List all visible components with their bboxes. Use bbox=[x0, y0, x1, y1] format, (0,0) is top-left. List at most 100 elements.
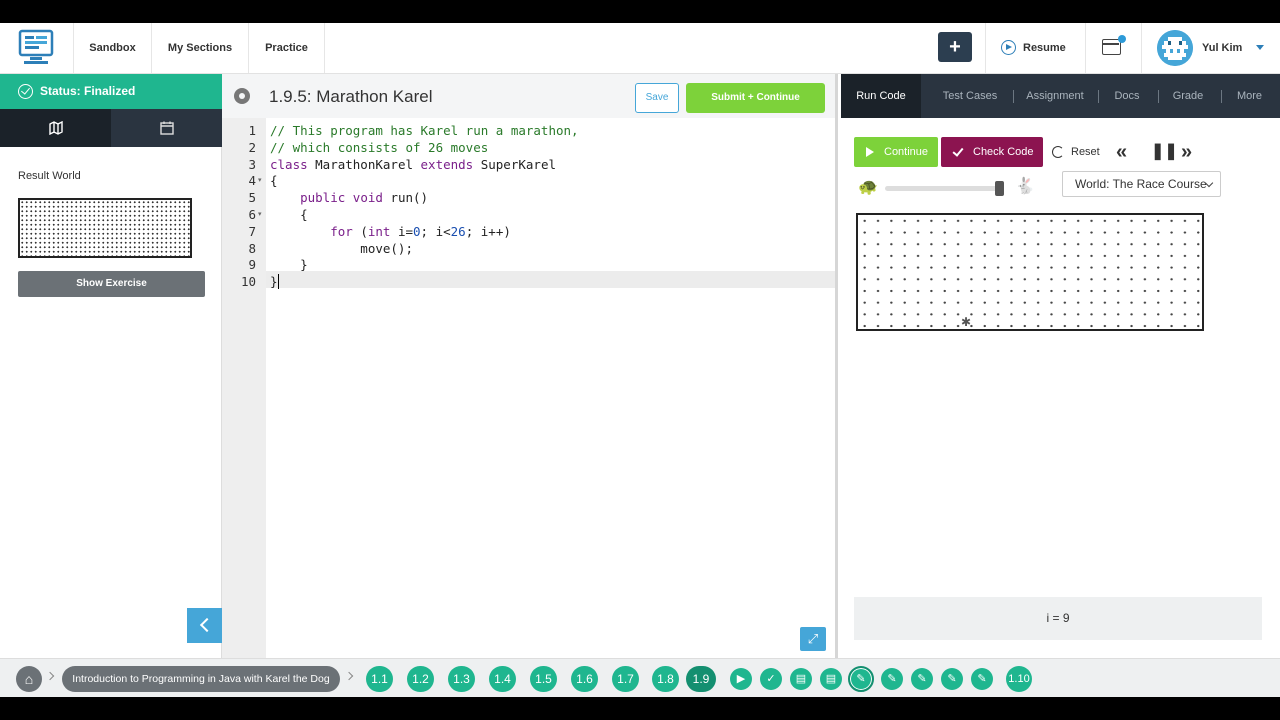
pause-button[interactable]: ❚❚ bbox=[1151, 137, 1178, 167]
tab-test-cases[interactable]: Test Cases bbox=[929, 74, 1011, 118]
result-world-label: Result World bbox=[18, 170, 81, 182]
reset-button[interactable]: Reset bbox=[1052, 137, 1100, 167]
line-number: 4 bbox=[248, 173, 256, 189]
code-token: } bbox=[270, 274, 278, 290]
code-token: move(); bbox=[270, 240, 413, 256]
code-token: for bbox=[270, 223, 361, 239]
tab-more[interactable]: More bbox=[1227, 74, 1272, 118]
video-icon[interactable]: ▶ bbox=[730, 668, 752, 690]
line-number: 5 bbox=[248, 190, 256, 206]
document-icon[interactable]: ▤ bbox=[790, 668, 812, 690]
check-code-button[interactable]: Check Code bbox=[941, 137, 1043, 167]
turtle-icon: 🐢 bbox=[858, 179, 878, 196]
tab-run-code[interactable]: Run Code bbox=[841, 74, 921, 118]
code-token: } bbox=[270, 257, 308, 273]
left-panel: Status: Finalized Result World Show Exer… bbox=[0, 74, 222, 658]
karel-icon: ✱ bbox=[961, 315, 972, 329]
continue-button[interactable]: Continue bbox=[854, 137, 938, 167]
line-number: 8 bbox=[248, 240, 256, 256]
speed-slider[interactable] bbox=[885, 181, 1004, 196]
add-button[interactable]: + bbox=[938, 32, 972, 62]
code-line: move(); bbox=[270, 240, 413, 257]
lesson-pill[interactable]: 1.9 bbox=[686, 666, 716, 692]
tab-separator bbox=[1158, 90, 1159, 103]
pencil-icon[interactable]: ✎ bbox=[971, 668, 993, 690]
code-token: void bbox=[352, 190, 391, 206]
lesson-pill[interactable]: 1.8 bbox=[652, 666, 679, 692]
nav-practice[interactable]: Practice bbox=[249, 23, 325, 73]
tab-separator bbox=[1221, 90, 1222, 103]
tab-map[interactable] bbox=[0, 109, 111, 147]
nav-my-sections[interactable]: My Sections bbox=[152, 23, 249, 73]
code-line: for (int i=0; i<26; i++) bbox=[270, 223, 511, 240]
chevron-down-icon[interactable] bbox=[1256, 45, 1264, 50]
lesson-pill[interactable]: 1.5 bbox=[530, 666, 557, 692]
tab-assignment[interactable]: Assignment bbox=[1019, 74, 1091, 118]
line-number: 1 bbox=[248, 123, 256, 138]
avatar[interactable] bbox=[1157, 30, 1193, 66]
step-forward-button[interactable]: » bbox=[1181, 137, 1192, 167]
document-icon[interactable]: ▤ bbox=[820, 668, 842, 690]
fold-toggle-icon[interactable]: ▾ bbox=[258, 172, 262, 189]
pencil-icon[interactable]: ✎ bbox=[941, 668, 963, 690]
lesson-pill[interactable]: 1.3 bbox=[448, 666, 475, 692]
code-token: ; i++) bbox=[465, 223, 511, 239]
pencil-icon[interactable]: ✎ bbox=[848, 666, 874, 692]
tab-separator bbox=[1098, 90, 1099, 103]
lesson-pill[interactable]: 1.4 bbox=[489, 666, 516, 692]
code-area[interactable]: // This program has Karel run a marathon… bbox=[266, 118, 835, 658]
code-token: // This program has Karel run a marathon… bbox=[270, 123, 579, 138]
tab-grade[interactable]: Grade bbox=[1163, 74, 1213, 118]
karel-world-grid: ✱ bbox=[856, 213, 1204, 331]
lesson-pill[interactable]: 1.2 bbox=[407, 666, 434, 692]
result-world-thumbnail bbox=[18, 198, 192, 258]
code-token: i= bbox=[397, 223, 414, 239]
step-back-button[interactable]: « bbox=[1116, 137, 1127, 167]
line-number: 3 bbox=[248, 156, 256, 172]
tab-calendar[interactable] bbox=[111, 109, 222, 147]
tab-separator bbox=[1013, 90, 1014, 103]
check-circle-icon bbox=[18, 84, 33, 99]
code-token: 0 bbox=[413, 223, 421, 239]
right-tabs: Run Code Test Cases Assignment Docs Grad… bbox=[841, 74, 1280, 118]
world-select[interactable]: World: The Race Course bbox=[1062, 171, 1221, 197]
code-token: extends bbox=[420, 156, 481, 172]
code-token: run() bbox=[390, 190, 429, 206]
code-token: public bbox=[270, 190, 353, 206]
gear-icon[interactable] bbox=[234, 88, 250, 104]
code-token: ( bbox=[360, 223, 368, 239]
tab-docs[interactable]: Docs bbox=[1103, 74, 1151, 118]
save-button[interactable]: Save bbox=[635, 83, 679, 113]
code-token: { bbox=[270, 207, 308, 222]
submit-continue-button[interactable]: Submit + Continue bbox=[686, 83, 825, 113]
reset-label: Reset bbox=[1071, 146, 1100, 158]
code-token: MarathonKarel bbox=[315, 156, 421, 172]
slider-handle[interactable] bbox=[995, 181, 1004, 196]
fold-toggle-icon[interactable]: ▾ bbox=[258, 206, 262, 223]
code-line: } bbox=[270, 273, 278, 290]
home-icon[interactable]: ⌂ bbox=[16, 666, 42, 692]
code-token: { bbox=[270, 173, 278, 189]
collapse-panel-button[interactable] bbox=[187, 608, 222, 643]
editor-header: 1.9.5: Marathon Karel Save Submit + Cont… bbox=[222, 74, 835, 118]
codehs-logo[interactable] bbox=[18, 29, 54, 67]
refresh-icon bbox=[1052, 146, 1064, 158]
line-number: 10 bbox=[240, 274, 256, 290]
lesson-pill-next[interactable]: 1.10 bbox=[1006, 666, 1032, 692]
nav-sandbox[interactable]: Sandbox bbox=[73, 23, 152, 73]
check-icon[interactable]: ✓ bbox=[760, 668, 782, 690]
expand-icon[interactable]: ⤢ bbox=[800, 627, 826, 651]
resume-button[interactable]: Resume bbox=[985, 23, 1085, 73]
notifications-button[interactable] bbox=[1085, 23, 1142, 73]
lesson-pill[interactable]: 1.1 bbox=[366, 666, 393, 692]
show-exercise-button[interactable]: Show Exercise bbox=[18, 271, 205, 297]
user-name[interactable]: Yul Kim bbox=[1202, 23, 1242, 73]
course-title[interactable]: Introduction to Programming in Java with… bbox=[62, 666, 340, 692]
pencil-icon[interactable]: ✎ bbox=[911, 668, 933, 690]
line-number: 7 bbox=[248, 223, 256, 239]
lesson-pill[interactable]: 1.6 bbox=[571, 666, 598, 692]
pencil-icon[interactable]: ✎ bbox=[881, 668, 903, 690]
course-navigation-bar: ⌂ Introduction to Programming in Java wi… bbox=[0, 658, 1280, 697]
right-panel: Run Code Test Cases Assignment Docs Grad… bbox=[841, 74, 1280, 658]
lesson-pill[interactable]: 1.7 bbox=[612, 666, 639, 692]
